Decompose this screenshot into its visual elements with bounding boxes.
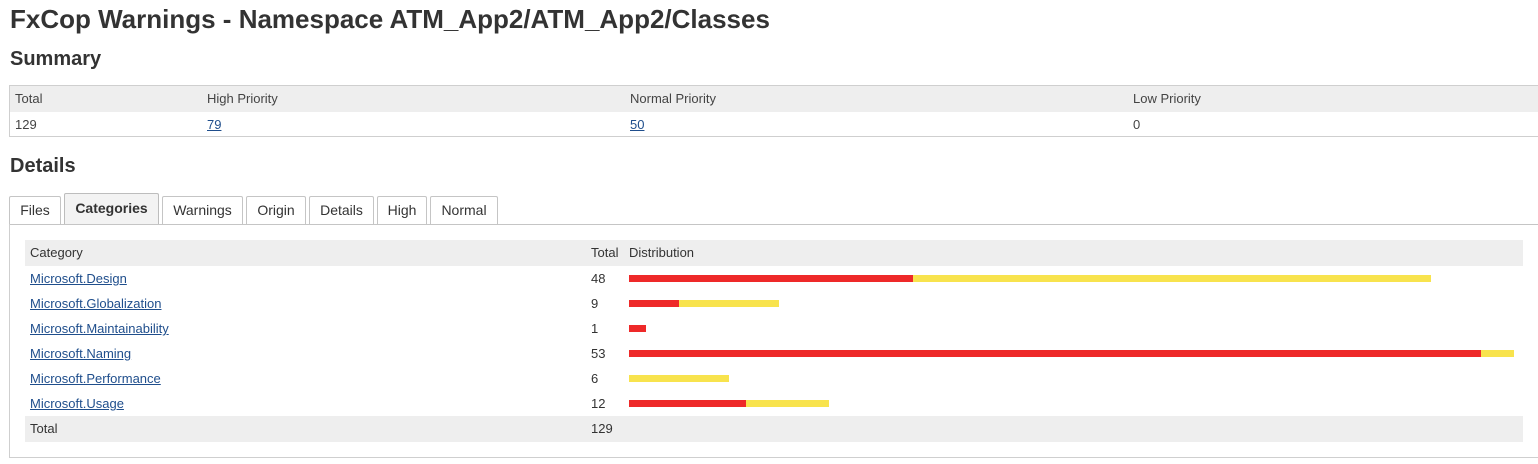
summary-header-row: Total High Priority Normal Priority Low … <box>10 86 1538 112</box>
high-priority-bar <box>629 350 1481 357</box>
category-link[interactable]: Microsoft.Maintainability <box>30 316 169 342</box>
categories-header-row: Category Total Distribution <box>25 240 1523 266</box>
col-category: Category <box>30 245 83 260</box>
category-link[interactable]: Microsoft.Usage <box>30 391 124 417</box>
distribution-bar <box>629 325 1514 332</box>
table-row: Microsoft.Usage 12 <box>25 391 1523 416</box>
high-priority-bar <box>629 275 913 282</box>
category-total: 9 <box>591 296 599 311</box>
table-row: Microsoft.Maintainability 1 <box>25 316 1523 341</box>
summary-heading: Summary <box>10 48 102 70</box>
normal-priority-bar <box>1480 350 1514 357</box>
high-priority-bar <box>629 400 746 407</box>
normal-priority-bar <box>912 275 1431 282</box>
distribution-bar <box>629 375 1514 382</box>
tab-origin[interactable]: Origin <box>246 196 306 224</box>
summary-col-high: High Priority <box>207 91 278 106</box>
tab-details[interactable]: Details <box>309 196 374 224</box>
tab-files[interactable]: Files <box>9 196 61 224</box>
tab-categories[interactable]: Categories <box>64 193 159 225</box>
category-link[interactable]: Microsoft.Naming <box>30 341 131 367</box>
summary-col-normal: Normal Priority <box>630 91 716 106</box>
category-total: 1 <box>591 321 599 336</box>
table-row: Microsoft.Globalization 9 <box>25 291 1523 316</box>
summary-high-link[interactable]: 79 <box>207 112 221 138</box>
col-distribution: Distribution <box>629 245 695 260</box>
summary-total-value: 129 <box>15 117 37 132</box>
summary-col-total: Total <box>15 91 43 106</box>
table-row: Microsoft.Naming 53 <box>25 341 1523 366</box>
category-total: 12 <box>591 396 606 411</box>
tab-normal[interactable]: Normal <box>430 196 498 224</box>
tab-warnings[interactable]: Warnings <box>162 196 243 224</box>
distribution-bar <box>629 300 1514 307</box>
summary-low-value: 0 <box>1133 117 1141 132</box>
category-link[interactable]: Microsoft.Globalization <box>30 291 162 317</box>
page-title: FxCop Warnings - Namespace ATM_App2/ATM_… <box>10 4 770 34</box>
distribution-bar <box>629 350 1514 357</box>
table-row: Microsoft.Performance 6 <box>25 366 1523 391</box>
summary-values-row: 129 79 50 0 <box>10 112 1538 138</box>
footer-label: Total <box>30 421 58 436</box>
category-total: 48 <box>591 271 606 286</box>
summary-normal-link[interactable]: 50 <box>630 112 644 138</box>
categories-panel: Category Total Distribution Microsoft.De… <box>9 224 1538 458</box>
high-priority-bar <box>629 300 680 307</box>
categories-footer-row: Total 129 <box>25 416 1523 442</box>
footer-total: 129 <box>591 421 613 436</box>
summary-col-low: Low Priority <box>1133 91 1201 106</box>
high-priority-bar <box>629 325 646 332</box>
distribution-bar <box>629 400 1514 407</box>
category-total: 6 <box>591 371 599 386</box>
tab-high[interactable]: High <box>377 196 427 224</box>
normal-priority-bar <box>679 300 780 307</box>
table-row: Microsoft.Design 48 <box>25 266 1523 291</box>
normal-priority-bar <box>629 375 730 382</box>
distribution-bar <box>629 275 1514 282</box>
details-heading: Details <box>10 155 76 177</box>
category-total: 53 <box>591 346 606 361</box>
category-link[interactable]: Microsoft.Design <box>30 266 127 292</box>
summary-table: Total High Priority Normal Priority Low … <box>9 85 1538 137</box>
normal-priority-bar <box>745 400 830 407</box>
category-link[interactable]: Microsoft.Performance <box>30 366 161 392</box>
col-total: Total <box>591 245 619 260</box>
